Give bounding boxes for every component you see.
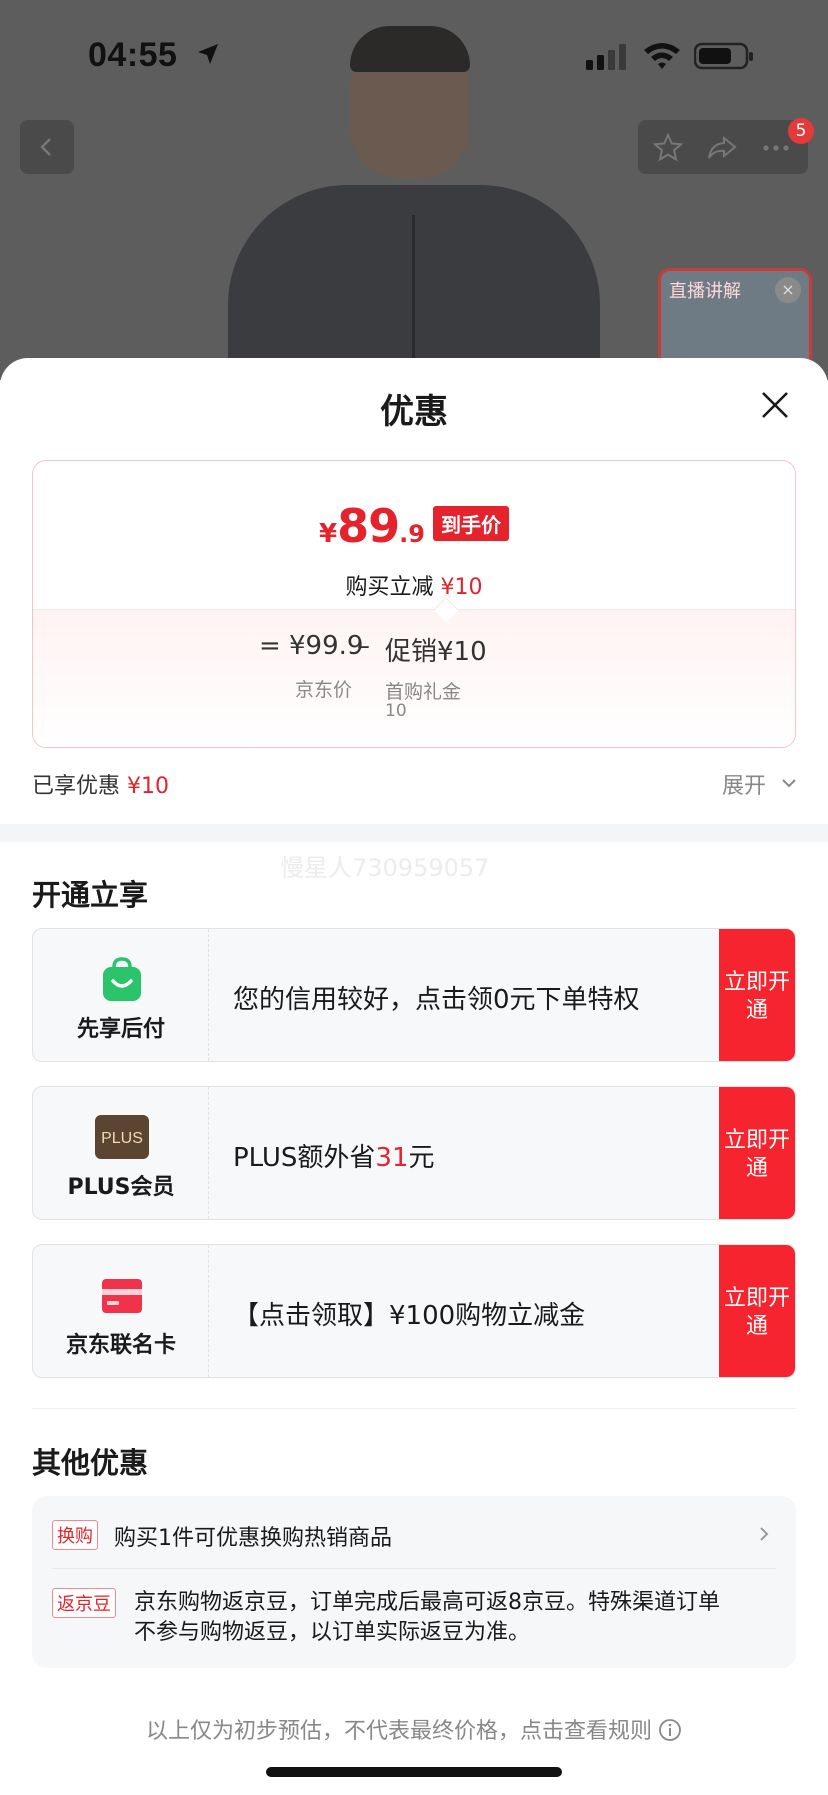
discount-sheet: 优惠 ¥89.9 到手价 购买立减 ¥10 = ¥99.9 京东价 – 促销¥10… bbox=[0, 358, 828, 1795]
enjoyed-label: 已享优惠 bbox=[32, 774, 121, 799]
footer-note[interactable]: 以上仅为初步预估，不代表最终价格，点击查看规则 bbox=[0, 1713, 828, 1745]
sheet-title: 优惠 bbox=[380, 392, 448, 432]
more-icon[interactable] bbox=[760, 132, 792, 164]
benefit-left: PLUS PLUS会员 bbox=[33, 1087, 209, 1219]
price-currency: ¥ bbox=[319, 519, 338, 549]
benefit-name: 先享后付 bbox=[76, 1017, 165, 1042]
status-bar: 04:55 bbox=[0, 0, 828, 110]
card-icon bbox=[102, 1279, 142, 1313]
jd-price-label: 京东价 bbox=[295, 679, 353, 701]
row-divider bbox=[52, 1568, 776, 1569]
final-price: ¥89.9 到手价 bbox=[33, 499, 795, 553]
exchange-tag: 换购 bbox=[52, 1520, 98, 1550]
live-close-button[interactable]: × bbox=[775, 277, 801, 303]
exchange-offer-row[interactable]: 换购 购买1件可优惠换购热销商品 bbox=[52, 1520, 776, 1551]
section-divider bbox=[0, 824, 828, 842]
exchange-text: 购买1件可优惠换购热销商品 bbox=[114, 1526, 392, 1551]
chevron-down-icon[interactable] bbox=[780, 774, 798, 792]
plus-logo-text: PLUS bbox=[101, 1130, 143, 1147]
benefit-desc: 您的信用较好，点击领0元下单特权 bbox=[233, 985, 640, 1015]
chevron-right-icon[interactable] bbox=[756, 1526, 772, 1542]
benefit-plus-member[interactable]: PLUS PLUS会员 PLUS额外省31元 立即开通 bbox=[32, 1086, 796, 1220]
star-icon[interactable] bbox=[652, 132, 684, 164]
other-section-title: 其他优惠 bbox=[32, 1446, 149, 1480]
battery-icon bbox=[694, 42, 753, 70]
activate-button[interactable]: 立即开通 bbox=[719, 1245, 795, 1377]
activate-button[interactable]: 立即开通 bbox=[719, 1087, 795, 1219]
enjoyed-discount: 已享优惠 ¥10 bbox=[32, 768, 169, 800]
close-icon[interactable] bbox=[760, 390, 790, 420]
formula-minus: – bbox=[357, 631, 370, 661]
jd-bean-line-1: 京东购物返京豆，订单完成后最高可返8京豆。特殊渠道订单 bbox=[134, 1590, 720, 1615]
benefit-cobrand-card[interactable]: 京东联名卡 【点击领取】¥100购物立减金 立即开通 bbox=[32, 1244, 796, 1378]
benefit-pay-later[interactable]: 先享后付 您的信用较好，点击领0元下单特权 立即开通 bbox=[32, 928, 796, 1062]
price-card: ¥89.9 到手价 购买立减 ¥10 = ¥99.9 京东价 – 促销¥10 首购… bbox=[32, 460, 796, 748]
instant-discount: 购买立减 ¥10 bbox=[33, 569, 795, 601]
header-actions bbox=[638, 120, 808, 174]
info-icon[interactable] bbox=[658, 1718, 682, 1742]
benefit-desc-highlight: 31 bbox=[375, 1143, 409, 1173]
back-icon bbox=[40, 138, 51, 156]
formula-equals: = bbox=[259, 631, 281, 661]
footer-text[interactable]: 以上仅为初步预估，不代表最终价格，点击查看规则 bbox=[146, 1719, 652, 1744]
jd-bean-row: 返京豆 京东购物返京豆，订单完成后最高可返8京豆。特殊渠道订单 不参与购物返豆，… bbox=[52, 1588, 776, 1652]
benefit-name: PLUS会员 bbox=[67, 1175, 175, 1200]
product-image-zip bbox=[412, 215, 415, 380]
location-arrow-icon bbox=[198, 44, 218, 64]
promo-value: 10 bbox=[385, 701, 407, 721]
benefit-left: 先享后付 bbox=[33, 929, 209, 1061]
status-time: 04:55 bbox=[88, 36, 178, 74]
jd-bean-text: 京东购物返京豆，订单完成后最高可返8京豆。特殊渠道订单 不参与购物返豆，以订单实… bbox=[134, 1588, 720, 1648]
jd-bean-line-2: 不参与购物返豆，以订单实际返豆为准。 bbox=[134, 1620, 531, 1645]
benefit-desc: 【点击领取】¥100购物立减金 bbox=[233, 1301, 586, 1331]
promo-label: 首购礼金 bbox=[385, 681, 462, 703]
promo-amount: 促销¥10 bbox=[385, 637, 487, 667]
price-decimal: .9 bbox=[399, 520, 425, 548]
section-separator bbox=[32, 1408, 796, 1409]
activate-button[interactable]: 立即开通 bbox=[719, 929, 795, 1061]
enjoyed-amount: ¥10 bbox=[127, 774, 170, 799]
benefit-desc-prefix: PLUS额外省 bbox=[233, 1143, 376, 1173]
reduce-amount: ¥10 bbox=[440, 575, 483, 600]
cart-badge: 5 bbox=[788, 118, 814, 144]
live-label: 直播讲解 bbox=[669, 281, 741, 302]
home-indicator bbox=[266, 1767, 562, 1777]
wifi-icon bbox=[644, 43, 680, 69]
jd-price: ¥99.9 bbox=[289, 631, 364, 661]
reduce-label: 购买立减 bbox=[345, 575, 434, 600]
expand-button[interactable]: 展开 bbox=[722, 768, 766, 800]
jd-bean-tag: 返京豆 bbox=[52, 1588, 116, 1618]
back-button[interactable] bbox=[20, 120, 74, 174]
benefit-left: 京东联名卡 bbox=[33, 1245, 209, 1377]
bag-icon bbox=[103, 957, 141, 1001]
open-section-title: 开通立享 bbox=[32, 878, 149, 912]
price-integer: 89 bbox=[337, 499, 400, 553]
signal-icon bbox=[586, 44, 626, 70]
benefit-desc: PLUS额外省31元 bbox=[233, 1137, 435, 1174]
other-discounts-card: 换购 购买1件可优惠换购热销商品 返京豆 京东购物返京豆，订单完成后最高可返8京… bbox=[32, 1496, 796, 1668]
benefit-desc-suffix: 元 bbox=[408, 1143, 435, 1173]
plus-logo-icon: PLUS bbox=[95, 1115, 149, 1159]
benefit-name: 京东联名卡 bbox=[65, 1333, 176, 1358]
share-icon[interactable] bbox=[706, 132, 738, 164]
product-page-background: 04:55 5 直播讲解 × bbox=[0, 0, 828, 380]
watermark: 慢星人730959057 bbox=[280, 854, 490, 882]
final-price-tag: 到手价 bbox=[432, 506, 509, 541]
